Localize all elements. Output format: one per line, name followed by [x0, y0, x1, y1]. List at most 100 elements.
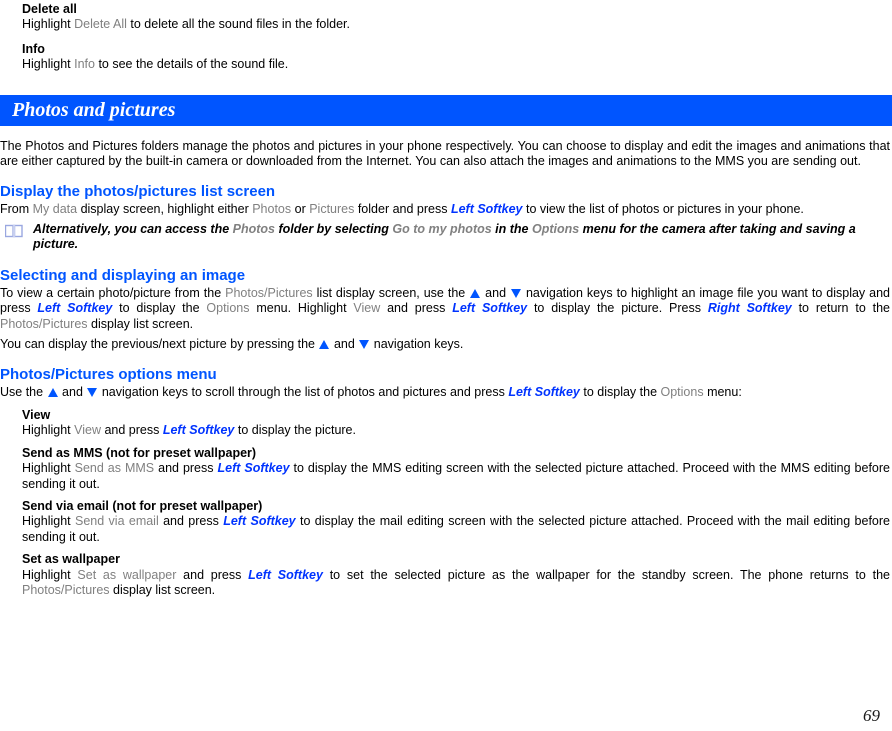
paragraph-display-list: From My data display screen, highlight e… — [0, 202, 890, 217]
text-fragment: and press — [101, 423, 163, 438]
option-body: Highlight Send via email and press Left … — [22, 514, 890, 545]
section-heading-display-list: Display the photos/pictures list screen — [0, 183, 276, 201]
section-banner: Photos and pictures — [0, 94, 892, 126]
text-fragment: to set the selected picture as the wallp… — [322, 567, 890, 582]
page-content: Delete all Highlight Delete All to delet… — [0, 0, 892, 598]
paragraph-selecting-image: To view a certain photo/picture from the… — [0, 286, 890, 332]
text-fragment: to view the list of photos or pictures i… — [522, 202, 804, 217]
text-fragment: display screen, highlight either — [77, 202, 253, 217]
ui-term: View — [74, 423, 101, 438]
softkey-label: Left Softkey — [450, 202, 523, 217]
ui-term: Send as MMS — [74, 461, 155, 476]
banner-title: Photos and pictures — [12, 98, 176, 121]
text-fragment: and — [481, 285, 510, 300]
option-title: Send via email (not for preset wallpaper… — [22, 498, 263, 513]
option-title: Set as wallpaper — [22, 552, 120, 567]
text-fragment: to display the — [579, 385, 661, 400]
text-fragment: folder and press — [354, 202, 451, 217]
softkey-label: Left Softkey — [223, 514, 296, 529]
ui-term: Options — [206, 301, 250, 316]
text-fragment: folder by selecting — [275, 221, 393, 236]
page-number: 69 — [863, 705, 880, 725]
section-heading-selecting-image: Selecting and displaying an image — [0, 266, 246, 284]
text-fragment: display list screen. — [109, 582, 216, 597]
text-fragment: Highlight — [22, 514, 75, 529]
option-title: Send as MMS (not for preset wallpaper) — [22, 445, 257, 460]
ui-term: Go to my photos — [392, 221, 492, 236]
text-fragment: menu: — [703, 385, 742, 400]
arrow-down-icon — [511, 288, 521, 298]
subitem-body: Highlight Info to see the details of the… — [22, 57, 892, 72]
arrow-up-icon — [319, 340, 330, 350]
ui-term: Send via email — [75, 514, 159, 529]
text-fragment: From — [0, 202, 33, 217]
subitem-body: Highlight Delete All to delete all the s… — [22, 17, 892, 32]
ui-term: View — [353, 301, 381, 316]
ui-term: Pictures — [309, 202, 355, 217]
option-body: Highlight Send as MMS and press Left Sof… — [22, 461, 890, 492]
arrow-up-icon — [47, 388, 58, 398]
text-fragment: to display the — [112, 301, 207, 316]
text-fragment: to display the picture. Press — [527, 301, 708, 316]
paragraph-prev-next: You can display the previous/next pictur… — [0, 337, 892, 352]
list-item: Send as MMS (not for preset wallpaper) H… — [22, 446, 892, 492]
softkey-label: Right Softkey — [707, 301, 792, 316]
arrow-up-icon — [470, 288, 481, 298]
text-fragment: Highlight — [22, 461, 75, 476]
ui-term: Info — [74, 57, 95, 72]
text-fragment: To view a certain photo/picture from the — [0, 285, 226, 300]
text-fragment: to return to the — [791, 301, 890, 316]
document-page: Delete all Highlight Delete All to delet… — [0, 0, 892, 731]
option-body: Highlight View and press Left Softkey to… — [22, 423, 890, 438]
text-fragment: list display screen, use the — [312, 285, 470, 300]
text-fragment: You can display the previous/next pictur… — [0, 337, 319, 352]
text-fragment: navigation keys. — [370, 337, 464, 352]
text-fragment: menu. Highlight — [249, 301, 354, 316]
text-fragment: and — [330, 337, 359, 352]
subitem-title: Delete all — [22, 2, 77, 16]
open-book-icon — [4, 224, 23, 238]
arrow-down-icon — [359, 340, 370, 350]
ui-term: Set as wallpaper — [77, 567, 177, 582]
text-fragment: to delete all the sound files in the fol… — [126, 17, 351, 32]
text-fragment: Highlight — [22, 567, 78, 582]
text-fragment: Highlight — [22, 423, 75, 438]
ui-term: My data — [32, 202, 78, 217]
list-item: Delete all Highlight Delete All to delet… — [22, 2, 892, 33]
text-fragment: Alternatively, you can access the — [33, 221, 233, 236]
list-item: View Highlight View and press Left Softk… — [22, 408, 892, 439]
softkey-label: Left Softkey — [37, 301, 113, 316]
text-fragment: display list screen. — [87, 316, 194, 331]
softkey-label: Left Softkey — [508, 385, 580, 400]
text-fragment: and — [58, 385, 87, 400]
subitem-title: Info — [22, 41, 45, 56]
list-item: Send via email (not for preset wallpaper… — [22, 499, 892, 545]
ui-term: Photos/Pictures — [225, 285, 313, 300]
arrow-down-icon — [87, 388, 98, 398]
text-fragment: and press — [154, 461, 218, 476]
text-fragment: to see the details of the sound file. — [94, 57, 289, 72]
softkey-label: Left Softkey — [162, 423, 235, 438]
ui-term: Options — [531, 221, 580, 236]
list-item: Info Highlight Info to see the details o… — [22, 42, 892, 73]
ui-term: Delete All — [74, 17, 127, 32]
option-title: View — [22, 407, 51, 422]
text-fragment: Use the — [0, 385, 47, 400]
list-item: Set as wallpaper Highlight Set as wallpa… — [22, 552, 892, 598]
intro-paragraph: The Photos and Pictures folders manage t… — [0, 138, 890, 169]
options-list: View Highlight View and press Left Softk… — [0, 408, 892, 598]
text-fragment: in the — [491, 221, 532, 236]
section-heading-options-menu: Photos/Pictures options menu — [0, 366, 217, 384]
ui-term: Photos/Pictures — [0, 316, 88, 331]
text-fragment: and press — [158, 514, 224, 529]
softkey-label: Left Softkey — [217, 461, 290, 476]
ui-term: Options — [660, 385, 704, 400]
text-fragment: Highlight — [22, 57, 75, 72]
softkey-label: Left Softkey — [248, 567, 323, 582]
option-body: Highlight Set as wallpaper and press Lef… — [22, 568, 890, 599]
text-fragment: and press — [176, 567, 249, 582]
text-fragment: navigation keys to scroll through the li… — [98, 385, 509, 400]
text-fragment: Highlight — [22, 17, 75, 32]
text-fragment: or — [291, 202, 310, 217]
softkey-label: Left Softkey — [452, 301, 528, 316]
